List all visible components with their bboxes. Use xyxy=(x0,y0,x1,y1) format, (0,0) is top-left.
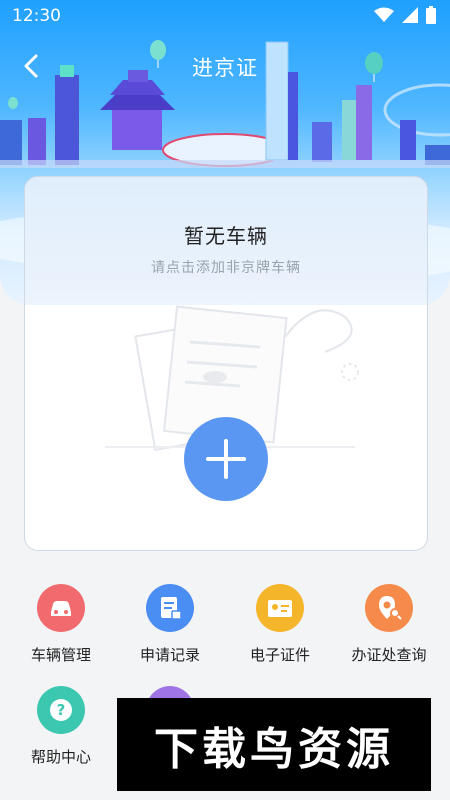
status-icons xyxy=(374,6,436,24)
add-vehicle-button[interactable] xyxy=(184,417,268,501)
menu-label: 帮助中心 xyxy=(30,748,91,766)
watermark-text: 下载鸟资源 xyxy=(154,723,394,775)
menu-application-records[interactable]: 申请记录 xyxy=(115,584,225,665)
menu-electronic-certificate[interactable]: 电子证件 xyxy=(225,584,335,665)
status-bar: 12:30 xyxy=(0,0,450,32)
vehicle-card: 暂无车辆 请点击添加非京牌车辆 xyxy=(24,176,428,551)
battery-icon xyxy=(426,6,436,24)
signal-icon xyxy=(402,7,418,23)
document-icon xyxy=(146,584,194,632)
svg-text:?: ? xyxy=(57,701,66,719)
id-card-icon xyxy=(256,584,304,632)
empty-state-subtitle: 请点击添加非京牌车辆 xyxy=(151,260,301,276)
watermark-overlay: 下载鸟资源 xyxy=(117,698,431,791)
menu-label: 办证处查询 xyxy=(351,646,427,664)
location-search-icon xyxy=(365,584,413,632)
menu-label: 申请记录 xyxy=(139,646,200,664)
menu-help-center[interactable]: ? 帮助中心 xyxy=(6,686,116,767)
menu-label: 车辆管理 xyxy=(30,646,91,664)
wifi-icon xyxy=(374,7,394,22)
menu-office-locator[interactable]: 办证处查询 xyxy=(334,584,444,665)
menu-label: 电子证件 xyxy=(249,646,310,664)
car-icon xyxy=(37,584,85,632)
question-icon: ? xyxy=(37,686,85,734)
menu-vehicle-management[interactable]: 车辆管理 xyxy=(6,584,116,665)
status-time: 12:30 xyxy=(12,6,61,26)
page-title: 进京证 xyxy=(192,56,258,80)
empty-state-title: 暂无车辆 xyxy=(184,224,268,248)
